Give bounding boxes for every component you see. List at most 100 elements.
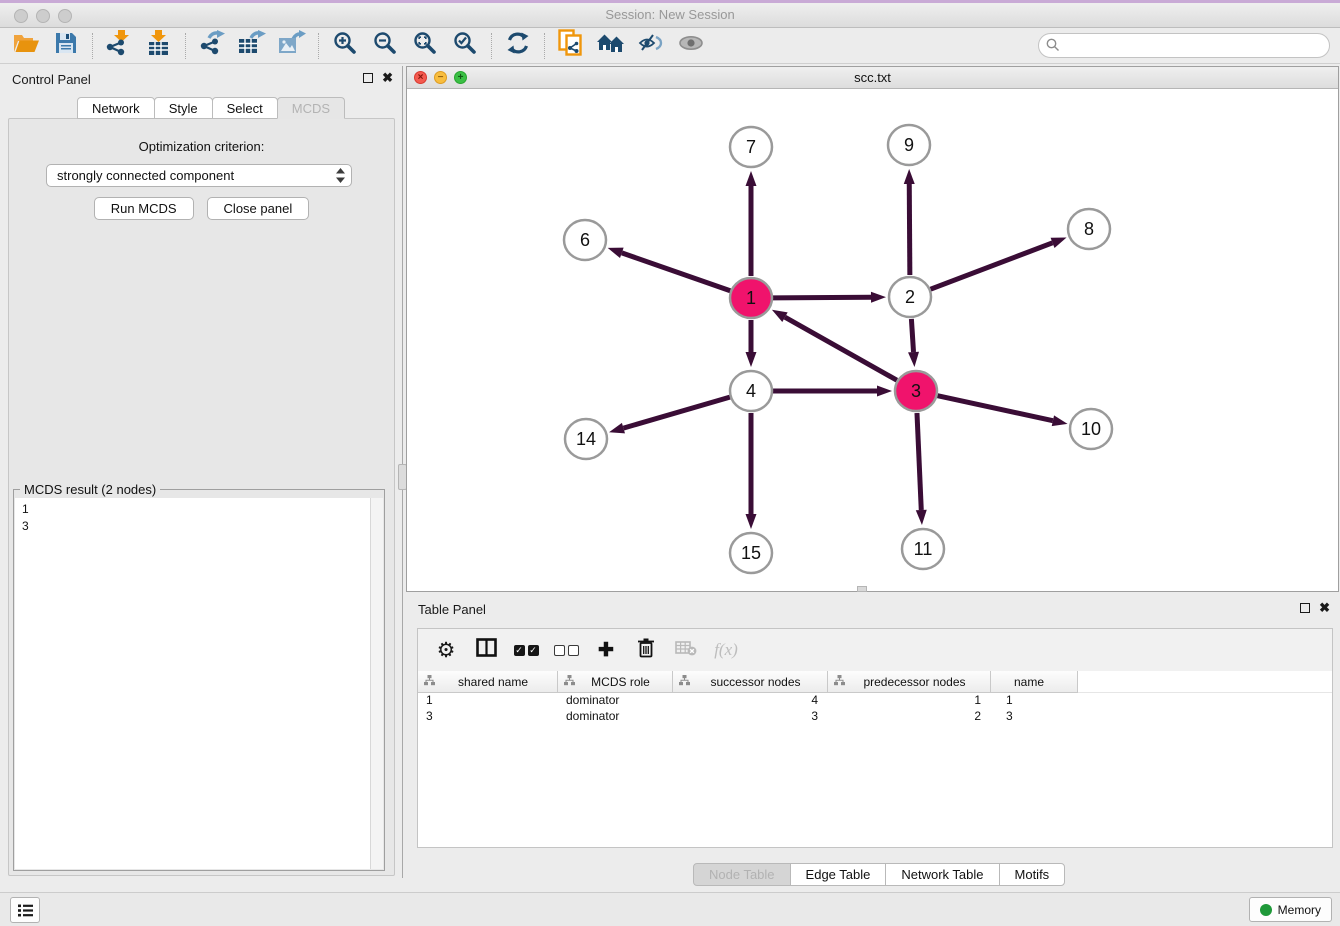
network-canvas[interactable]: 1234678910111415: [407, 89, 1338, 591]
select-stepper-icon: [336, 168, 345, 189]
graph-edge[interactable]: [931, 243, 1053, 289]
tab-style[interactable]: Style: [154, 97, 213, 119]
zoom-fit-icon: [413, 31, 437, 60]
tab-node-table[interactable]: Node Table: [693, 863, 791, 886]
graph-node-label: 11: [914, 539, 933, 559]
graph-node-label: 6: [580, 230, 590, 250]
export-image-button[interactable]: [272, 30, 312, 62]
graph-node-label: 2: [905, 287, 915, 307]
window-title: Session: New Session: [0, 7, 1340, 22]
list-icon: [17, 903, 34, 918]
zoom-in-icon: [333, 31, 357, 60]
column-header-predecessor-nodes[interactable]: predecessor nodes: [828, 671, 991, 693]
graph-edge-arrowhead: [608, 248, 624, 258]
graph-edge-arrowhead: [904, 169, 915, 184]
network-view-window: × − + scc.txt 1234678910111415: [406, 66, 1339, 592]
float-panel-icon[interactable]: [363, 73, 373, 83]
tab-network-table[interactable]: Network Table: [885, 863, 999, 886]
graph-edge-arrowhead: [908, 352, 919, 367]
delete-table-button[interactable]: [668, 633, 704, 667]
function-builder-button[interactable]: f(x): [708, 633, 744, 667]
run-mcds-button[interactable]: Run MCDS: [94, 197, 194, 220]
zoom-selected-button[interactable]: [445, 30, 485, 62]
optimization-select-value: strongly connected component: [57, 168, 234, 183]
column-header-name[interactable]: name: [991, 671, 1078, 693]
graph-edge[interactable]: [937, 396, 1052, 421]
table-options-button[interactable]: ⚙: [428, 633, 464, 667]
vertical-splitter[interactable]: [401, 66, 405, 878]
search-input[interactable]: [1038, 33, 1330, 58]
tab-mcds[interactable]: MCDS: [277, 97, 345, 119]
close-panel-icon[interactable]: ✖: [382, 73, 393, 83]
table-row[interactable]: 3 dominator 3 2 3: [418, 709, 1332, 725]
graph-node-label: 4: [746, 381, 756, 401]
optimization-criterion-label: Optimization criterion:: [9, 139, 394, 154]
column-header-successor-nodes[interactable]: successor nodes: [673, 671, 828, 693]
control-panel-tabs: Network Style Select MCDS: [78, 97, 345, 119]
graph-edge-arrowhead: [1052, 415, 1068, 426]
import-table-button[interactable]: [139, 30, 179, 62]
tab-edge-table[interactable]: Edge Table: [790, 863, 887, 886]
zoom-in-button[interactable]: [325, 30, 365, 62]
show-all-button[interactable]: [671, 30, 711, 62]
graph-edge[interactable]: [622, 253, 730, 291]
first-neighbors-button[interactable]: [591, 30, 631, 62]
graph-edge-arrowhead: [1051, 238, 1067, 248]
clone-network-button[interactable]: [551, 30, 591, 62]
save-floppy-icon: [55, 32, 77, 59]
result-scrollbar[interactable]: [370, 498, 383, 869]
tab-network[interactable]: Network: [77, 97, 155, 119]
open-session-button[interactable]: [6, 30, 46, 62]
graph-edge[interactable]: [785, 317, 897, 380]
horizontal-splitter-grip[interactable]: [857, 586, 867, 592]
memory-button[interactable]: Memory: [1249, 897, 1332, 922]
control-panel: Control Panel ✖ Network Style Select MCD…: [0, 66, 403, 878]
column-header-mcds-role[interactable]: MCDS role: [558, 671, 673, 693]
tab-select[interactable]: Select: [212, 97, 278, 119]
table-panel-title: Table Panel: [418, 602, 486, 617]
hierarchy-icon: [679, 675, 690, 689]
zoom-fit-button[interactable]: [405, 30, 445, 62]
graph-node-label: 14: [576, 429, 596, 449]
tab-motifs[interactable]: Motifs: [999, 863, 1066, 886]
log-console-button[interactable]: [10, 897, 40, 923]
export-image-icon: [278, 30, 306, 61]
open-folder-icon: [13, 32, 40, 59]
export-table-button[interactable]: [232, 30, 272, 62]
import-network-icon: [106, 30, 132, 61]
table-row[interactable]: 1 dominator 4 1 1: [418, 693, 1332, 709]
graph-edge[interactable]: [773, 297, 871, 298]
mcds-result-list[interactable]: 1 3: [15, 498, 383, 869]
close-table-panel-icon[interactable]: ✖: [1319, 603, 1330, 613]
graph-edge[interactable]: [911, 319, 913, 352]
deselect-all-button[interactable]: [548, 633, 584, 667]
unchecked-boxes-icon: [554, 645, 579, 656]
import-network-button[interactable]: [99, 30, 139, 62]
save-session-button[interactable]: [46, 30, 86, 62]
export-network-button[interactable]: [192, 30, 232, 62]
table-header: shared name MCDS role successor nodes: [418, 671, 1332, 693]
close-panel-button[interactable]: Close panel: [207, 197, 310, 220]
trash-icon: [637, 637, 655, 663]
column-header-shared-name[interactable]: shared name: [418, 671, 558, 693]
select-all-button[interactable]: ✓✓: [508, 633, 544, 667]
hide-selected-button[interactable]: [631, 30, 671, 62]
zoom-out-button[interactable]: [365, 30, 405, 62]
refresh-icon: [506, 31, 530, 60]
graph-edge-arrowhead: [746, 352, 757, 367]
delete-button[interactable]: [628, 633, 664, 667]
graph-edge-arrowhead: [871, 292, 886, 303]
refresh-button[interactable]: [498, 30, 538, 62]
float-table-panel-icon[interactable]: [1300, 603, 1310, 613]
add-column-button[interactable]: ✚: [588, 633, 624, 667]
column-visibility-button[interactable]: [468, 633, 504, 667]
graph-edge[interactable]: [917, 413, 921, 510]
graph-edge-arrowhead: [877, 386, 892, 397]
table-panel-tabs: Node Table Edge Table Network Table Moti…: [694, 863, 1065, 886]
graph-node-label: 7: [746, 137, 756, 157]
hierarchy-icon: [424, 675, 435, 689]
optimization-select[interactable]: strongly connected component: [46, 164, 352, 187]
graph-edge[interactable]: [623, 397, 729, 428]
graph-edge[interactable]: [909, 184, 910, 275]
eye-icon: [678, 34, 704, 57]
